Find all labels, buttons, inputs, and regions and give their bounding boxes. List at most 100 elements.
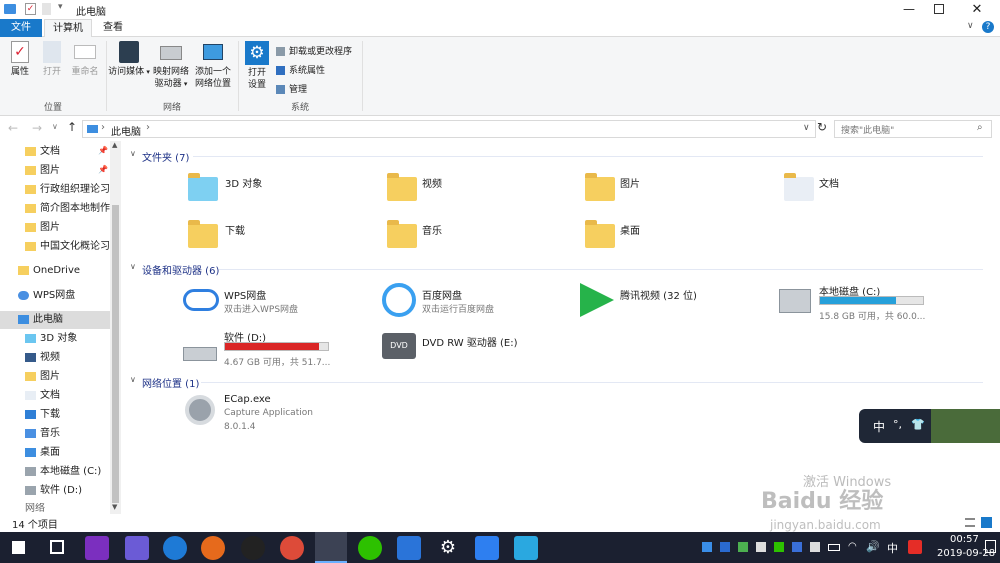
sidebar-item-onedrive[interactable]: OneDrive bbox=[18, 262, 110, 280]
volume-icon[interactable]: 🔊 bbox=[866, 540, 880, 553]
scroll-thumb[interactable] bbox=[112, 205, 119, 503]
tray-icon[interactable] bbox=[720, 542, 730, 552]
bluetooth-icon[interactable] bbox=[792, 542, 802, 552]
uninstall-programs-button[interactable]: 卸载或更改程序 bbox=[276, 44, 352, 57]
quick-access-doc-icon[interactable] bbox=[42, 3, 51, 15]
ime-punctuation[interactable]: °, bbox=[893, 418, 902, 431]
phpstorm-icon[interactable] bbox=[85, 536, 109, 560]
address-field[interactable]: › 此电脑 › ∨ bbox=[82, 120, 816, 138]
ime-toolbar[interactable]: 中 °, 👕 bbox=[859, 409, 1000, 443]
close-button[interactable]: ✕ bbox=[966, 0, 988, 19]
pin-icon[interactable]: 📌 bbox=[98, 146, 108, 155]
start-windows-icon[interactable] bbox=[12, 541, 25, 554]
tray-icon[interactable] bbox=[810, 542, 820, 552]
notes-app-icon[interactable] bbox=[475, 536, 499, 560]
large-icons-view-icon[interactable] bbox=[981, 517, 992, 528]
system-properties-button[interactable]: 系统属性 bbox=[276, 63, 325, 76]
drive-dvd-e[interactable]: DVD DVD RW 驱动器 (E:) bbox=[382, 329, 572, 369]
tab-view[interactable]: 查看 bbox=[96, 19, 130, 37]
folder-pictures[interactable]: 图片 bbox=[585, 169, 765, 209]
folder-music[interactable]: 音乐 bbox=[387, 216, 567, 256]
device-tencent-video[interactable]: 腾讯视频 (32 位) bbox=[580, 283, 770, 323]
details-view-icon[interactable] bbox=[965, 518, 975, 527]
drive-c[interactable]: 本地磁盘 (C:) 15.8 GB 可用，共 60.0... bbox=[779, 283, 979, 323]
customize-toolbar-icon[interactable]: ▾ bbox=[58, 2, 63, 12]
tab-computer[interactable]: 计算机 bbox=[44, 19, 92, 37]
tray-icon[interactable] bbox=[702, 542, 712, 552]
clock-time[interactable]: 00:57 bbox=[950, 534, 979, 545]
firefox-icon[interactable] bbox=[201, 536, 225, 560]
pin-icon[interactable]: 📌 bbox=[98, 165, 108, 174]
scroll-up-icon[interactable]: ▲ bbox=[112, 141, 117, 149]
help-icon[interactable]: ? bbox=[982, 21, 994, 33]
up-arrow-icon[interactable]: ↑ bbox=[67, 120, 77, 134]
tray-icon[interactable] bbox=[756, 542, 766, 552]
address-dropdown-icon[interactable]: ∨ bbox=[803, 123, 810, 133]
ime-language[interactable]: 中 bbox=[873, 418, 885, 435]
sidebar-item-desktop[interactable]: 桌面 bbox=[25, 444, 110, 462]
input-language[interactable]: 中 bbox=[887, 540, 898, 556]
collapse-ribbon-icon[interactable]: ∨ bbox=[967, 21, 974, 31]
sidebar-item-folder[interactable]: 简介图本地制作 bbox=[25, 200, 110, 218]
breadcrumb-this-pc[interactable]: 此电脑 bbox=[111, 123, 141, 138]
refresh-icon[interactable]: ↻ bbox=[817, 120, 827, 134]
sidebar-item-drive-c[interactable]: 本地磁盘 (C:) bbox=[25, 463, 110, 481]
folder-videos[interactable]: 视频 bbox=[387, 169, 567, 209]
sidebar-item-videos[interactable]: 视频 bbox=[25, 349, 110, 367]
notifications-icon[interactable] bbox=[985, 540, 996, 553]
search-input[interactable]: 搜索"此电脑" ⌕ bbox=[834, 120, 992, 138]
properties-button[interactable]: ✓ 属性 bbox=[6, 41, 34, 78]
scroll-down-icon[interactable]: ▼ bbox=[112, 503, 117, 511]
maximize-button[interactable] bbox=[934, 4, 944, 14]
sidebar-item-downloads[interactable]: 下载 bbox=[25, 406, 110, 424]
map-drive-button[interactable]: 映射网络 驱动器 ▾ bbox=[150, 41, 192, 90]
recent-locations-icon[interactable]: ∨ bbox=[52, 122, 58, 131]
kotlin-app-icon[interactable] bbox=[125, 536, 149, 560]
edge-icon[interactable] bbox=[163, 536, 187, 560]
folder-3d-objects[interactable]: 3D 对象 bbox=[188, 169, 368, 209]
sidebar-item-wps[interactable]: WPS网盘 bbox=[18, 287, 110, 305]
folder-documents[interactable]: 文档 bbox=[784, 169, 964, 209]
access-media-button[interactable]: 访问媒体 ▾ bbox=[108, 41, 150, 78]
manage-button[interactable]: 管理 bbox=[276, 82, 307, 95]
wifi-icon[interactable]: ◠ bbox=[848, 541, 857, 552]
sidebar-item-drive-d[interactable]: 软件 (D:) bbox=[25, 482, 110, 500]
sidebar-item-folder[interactable]: 中国文化概论习 bbox=[25, 238, 110, 256]
sidebar-item-3d[interactable]: 3D 对象 bbox=[25, 330, 110, 348]
chrome-icon[interactable] bbox=[280, 536, 304, 560]
sogou-icon[interactable] bbox=[908, 540, 922, 554]
sidebar-item-this-pc[interactable]: 此电脑 bbox=[0, 311, 110, 329]
tab-file[interactable]: 文件 bbox=[0, 19, 42, 37]
drive-d[interactable]: 软件 (D:) 4.67 GB 可用，共 51.7... bbox=[183, 329, 383, 369]
sidebar-scrollbar[interactable]: ▲ ▼ bbox=[110, 141, 121, 514]
section-header-folders[interactable]: 文件夹 (7) bbox=[142, 149, 189, 164]
folder-desktop[interactable]: 桌面 bbox=[585, 216, 765, 256]
task-view-icon[interactable] bbox=[50, 540, 64, 554]
battery-icon[interactable] bbox=[828, 544, 840, 551]
minimize-button[interactable]: — bbox=[898, 0, 920, 19]
open-settings-button[interactable]: ⚙ 打开 设置 bbox=[242, 41, 272, 91]
sidebar-item-network[interactable]: 网络 bbox=[25, 503, 110, 514]
ime-skin-icon[interactable]: 👕 bbox=[911, 418, 925, 431]
tray-icon[interactable] bbox=[738, 542, 748, 552]
sidebar-item-folder[interactable]: 行政组织理论习 bbox=[25, 181, 110, 199]
section-header-devices[interactable]: 设备和驱动器 (6) bbox=[142, 262, 219, 277]
forward-arrow-icon[interactable]: → bbox=[32, 121, 42, 135]
back-arrow-icon[interactable]: ← bbox=[8, 121, 18, 135]
add-network-location-button[interactable]: 添加一个 网络位置 bbox=[192, 41, 234, 90]
sidebar-item-music[interactable]: 音乐 bbox=[25, 425, 110, 443]
sidebar-item-documents[interactable]: 文档 bbox=[25, 387, 110, 405]
device-baidu-netdisk[interactable]: 百度网盘 双击运行百度网盘 bbox=[382, 283, 572, 323]
wechat-icon[interactable] bbox=[358, 536, 382, 560]
file-explorer-icon[interactable] bbox=[315, 532, 347, 563]
collapse-netloc-icon[interactable]: ∨ bbox=[130, 375, 136, 384]
collapse-folders-icon[interactable]: ∨ bbox=[130, 149, 136, 158]
device-wps-cloud[interactable]: WPS网盘 双击进入WPS网盘 bbox=[183, 283, 373, 323]
folder-downloads[interactable]: 下载 bbox=[188, 216, 368, 256]
sidebar-item-pictures[interactable]: 图片 bbox=[25, 368, 110, 386]
remote-desktop-icon[interactable] bbox=[514, 536, 538, 560]
network-location-ecap[interactable]: ECap.exe Capture Application 8.0.1.4 bbox=[185, 393, 385, 437]
tray-icon[interactable] bbox=[774, 542, 784, 552]
settings-icon[interactable]: ⚙ bbox=[436, 536, 460, 560]
sidebar-item-folder[interactable]: 图片 bbox=[25, 219, 110, 237]
